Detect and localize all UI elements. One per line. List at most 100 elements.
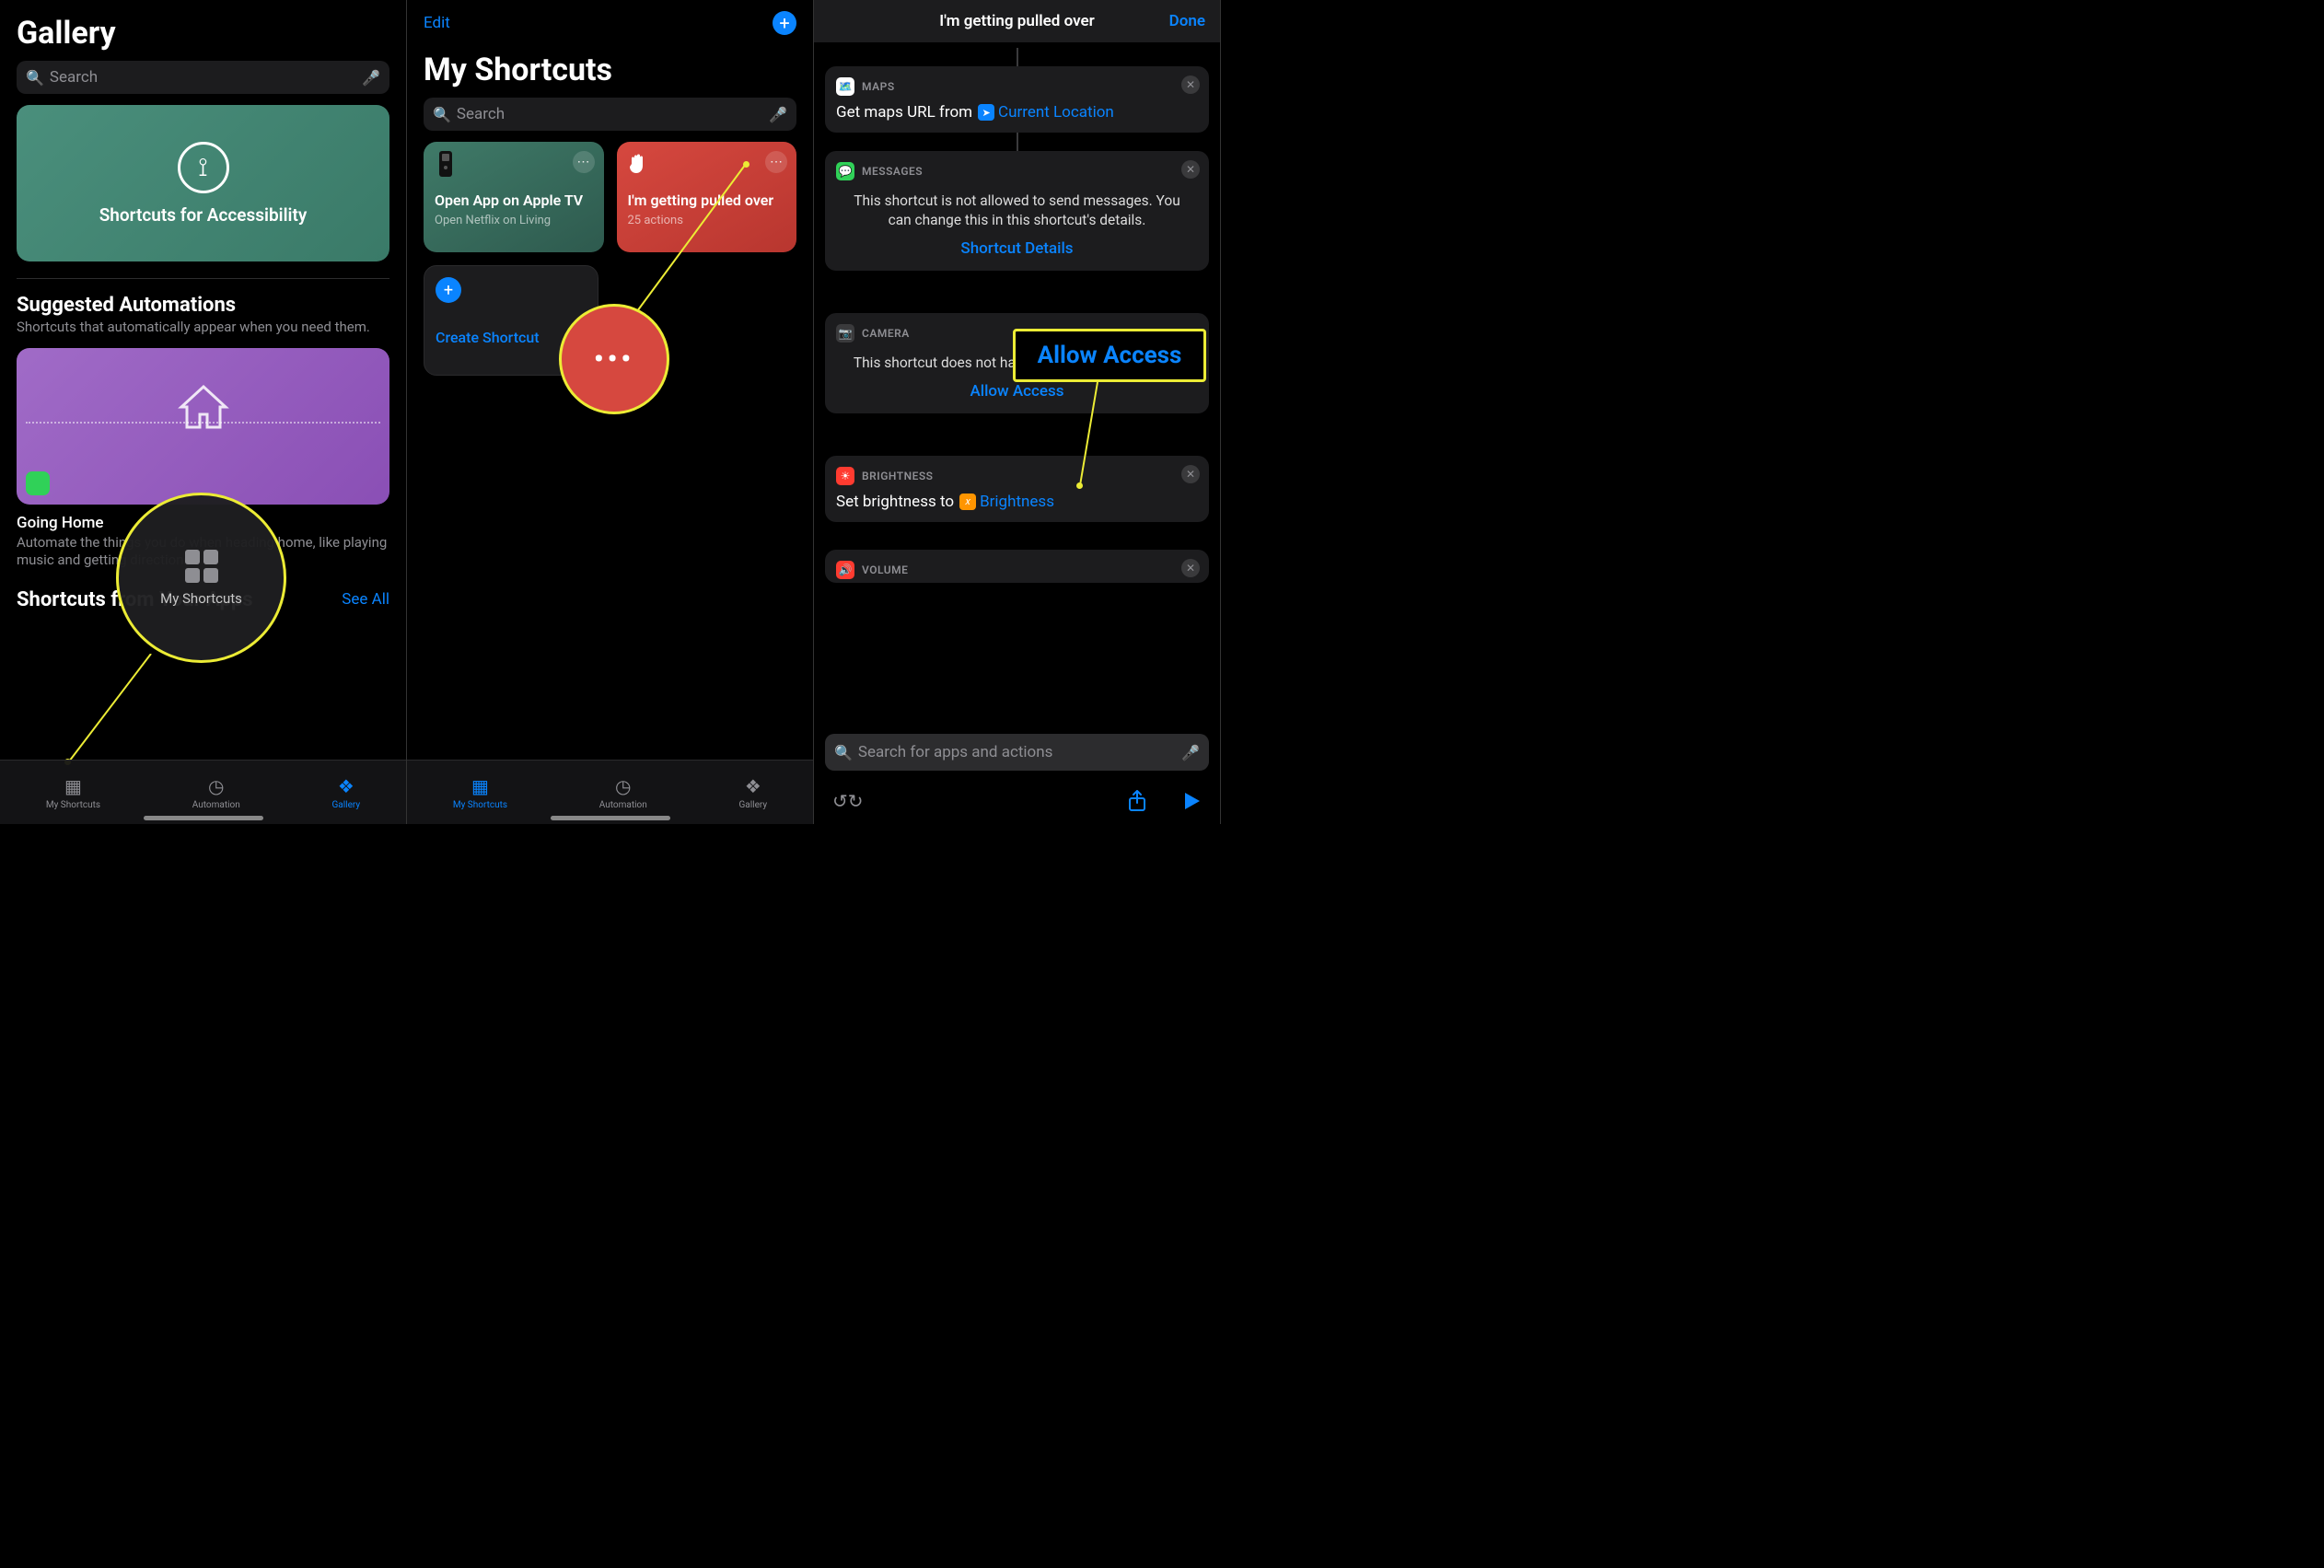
nav-row: Edit + — [407, 0, 813, 37]
apps-heading: Shortcuts from Your Apps — [17, 588, 253, 611]
token-brightness[interactable]: 𝑥 Brightness — [959, 493, 1054, 511]
variable-icon: 𝑥 — [959, 494, 976, 510]
search-input[interactable]: 🔍 Search 🎤 — [424, 98, 796, 131]
maps-icon: 🗺️ — [836, 77, 854, 96]
run-button[interactable] — [1183, 791, 1202, 811]
tile-sub: 25 actions — [628, 214, 786, 227]
tab-label: Automation — [599, 800, 647, 810]
tab-automation[interactable]: ◷ Automation — [192, 775, 240, 810]
stack-icon: ❖ — [745, 775, 761, 797]
banner-text: Shortcuts for Accessibility — [99, 204, 308, 226]
done-button[interactable]: Done — [1169, 12, 1205, 30]
panel-shortcut-editor: I'm getting pulled over Done ✕ 🗺️ MAPS G… — [814, 0, 1221, 824]
search-placeholder: Search — [457, 105, 769, 123]
shortcut-tiles-row2: + Create Shortcut — [407, 265, 813, 389]
connector-line — [66, 654, 186, 773]
action-list[interactable]: ✕ 🗺️ MAPS Get maps URL from ➤ Current Lo… — [814, 42, 1220, 583]
action-name: VOLUME — [862, 563, 908, 576]
mic-icon[interactable]: 🎤 — [362, 69, 380, 87]
flow-line — [1017, 48, 1018, 66]
green-chip-icon — [26, 471, 50, 495]
more-icon[interactable]: ⋯ — [765, 151, 787, 173]
tab-bar: ▦ My Shortcuts ◷ Automation ❖ Gallery — [0, 760, 406, 824]
house-icon — [176, 383, 231, 433]
banner-accessibility[interactable]: ⟟ Shortcuts for Accessibility — [17, 105, 389, 261]
action-message: This shortcut is not allowed to send mes… — [836, 188, 1198, 239]
page-title: Gallery — [0, 0, 406, 61]
action-messages[interactable]: ✕ 💬 MESSAGES This shortcut is not allowe… — [825, 151, 1209, 271]
suggested-subtext: Shortcuts that automatically appear when… — [0, 317, 406, 348]
close-icon[interactable]: ✕ — [1181, 559, 1200, 577]
tab-label: Gallery — [738, 800, 767, 810]
token-label: Current Location — [998, 103, 1114, 122]
tile-title: I'm getting pulled over — [628, 192, 786, 210]
search-placeholder: Search — [50, 68, 362, 87]
search-placeholder: Search for apps and actions — [858, 743, 1181, 761]
accessibility-icon: ⟟ — [178, 142, 229, 193]
tile-open-app-appletv[interactable]: ⋯ Open App on Apple TV Open Netflix on L… — [424, 142, 604, 252]
action-name: MAPS — [862, 80, 895, 93]
mic-icon[interactable]: 🎤 — [769, 106, 787, 123]
plus-icon: + — [436, 277, 461, 303]
tile-sub: Open Netflix on Living — [435, 214, 593, 227]
location-icon: ➤ — [978, 104, 994, 121]
search-icon: 🔍 — [433, 106, 451, 123]
highlight-dot — [743, 161, 749, 168]
tab-bar: ▦ My Shortcuts ◷ Automation ❖ Gallery — [407, 760, 813, 824]
action-volume[interactable]: ✕ 🔊 VOLUME — [825, 550, 1209, 583]
shortcut-details-link[interactable]: Shortcut Details — [836, 239, 1198, 260]
edit-button[interactable]: Edit — [424, 14, 450, 32]
apps-section-header: Shortcuts from Your Apps See All — [0, 583, 406, 613]
tab-gallery[interactable]: ❖ Gallery — [738, 775, 767, 810]
search-input[interactable]: 🔍 Search 🎤 — [17, 61, 389, 94]
action-search-input[interactable]: 🔍 Search for apps and actions 🎤 — [825, 734, 1209, 771]
clock-icon: ◷ — [208, 775, 224, 797]
flow-line — [1017, 133, 1018, 151]
clock-icon: ◷ — [615, 775, 631, 797]
action-name: BRIGHTNESS — [862, 470, 933, 482]
search-icon: 🔍 — [834, 744, 853, 761]
action-text: Get maps URL from — [836, 103, 972, 122]
redo-button[interactable]: ↻ — [848, 790, 864, 812]
tile-pulled-over[interactable]: ⋯ I'm getting pulled over 25 actions — [617, 142, 797, 252]
close-icon[interactable]: ✕ — [1181, 465, 1200, 483]
action-brightness[interactable]: ✕ ☀ BRIGHTNESS Set brightness to 𝑥 Brigh… — [825, 456, 1209, 522]
volume-icon: 🔊 — [836, 561, 854, 579]
tab-my-shortcuts[interactable]: ▦ My Shortcuts — [453, 775, 507, 810]
undo-button[interactable]: ↺ — [832, 790, 848, 812]
tab-gallery[interactable]: ❖ Gallery — [331, 775, 360, 810]
action-name: CAMERA — [862, 327, 910, 340]
page-title: My Shortcuts — [407, 37, 813, 98]
mic-icon[interactable]: 🎤 — [1181, 744, 1200, 761]
tab-label: Automation — [192, 800, 240, 810]
share-button[interactable] — [1128, 790, 1146, 812]
tab-label: My Shortcuts — [453, 800, 507, 810]
tab-automation[interactable]: ◷ Automation — [599, 775, 647, 810]
more-icon[interactable]: ⋯ — [573, 151, 595, 173]
card-going-home[interactable] — [17, 348, 389, 505]
home-indicator[interactable] — [144, 816, 263, 820]
home-indicator[interactable] — [551, 816, 670, 820]
tab-label: Gallery — [331, 800, 360, 810]
see-all-link[interactable]: See All — [342, 590, 389, 609]
spacer — [825, 413, 1209, 456]
add-button[interactable]: + — [773, 11, 796, 35]
token-current-location[interactable]: ➤ Current Location — [978, 103, 1114, 122]
allow-access-link[interactable]: Allow Access — [836, 382, 1198, 402]
grid-icon: ▦ — [471, 775, 489, 797]
editor-header: I'm getting pulled over Done — [814, 0, 1220, 42]
camera-icon: 📷 — [836, 324, 854, 343]
card-desc: Automate the things you do when heading … — [0, 532, 406, 583]
token-label: Brightness — [980, 493, 1054, 511]
remote-icon — [435, 153, 457, 175]
panel-my-shortcuts: Edit + My Shortcuts 🔍 Search 🎤 ⋯ Open Ap… — [407, 0, 814, 824]
close-icon[interactable]: ✕ — [1181, 75, 1200, 94]
close-icon[interactable]: ✕ — [1181, 160, 1200, 179]
suggested-heading: Suggested Automations — [0, 294, 406, 317]
tab-my-shortcuts[interactable]: ▦ My Shortcuts — [46, 775, 100, 810]
card-title: Going Home — [0, 514, 406, 532]
spacer — [825, 271, 1209, 313]
tile-create-shortcut[interactable]: + Create Shortcut — [424, 265, 598, 376]
hand-icon — [628, 153, 650, 175]
action-maps[interactable]: ✕ 🗺️ MAPS Get maps URL from ➤ Current Lo… — [825, 66, 1209, 133]
